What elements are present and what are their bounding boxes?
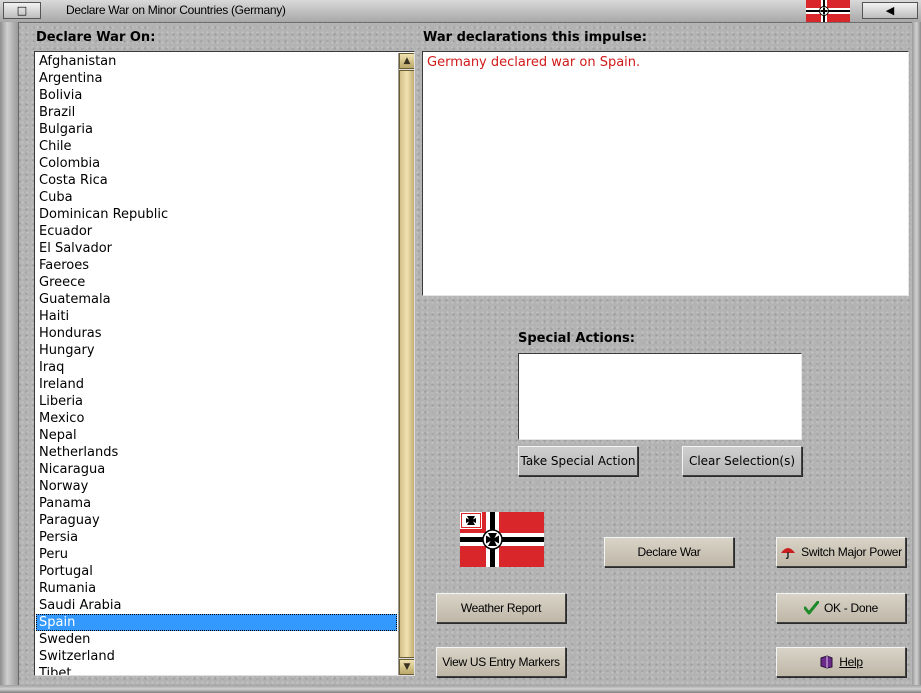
view-us-entry-markers-button[interactable]: View US Entry Markers (436, 647, 566, 677)
country-list-item[interactable]: Mexico (36, 410, 397, 427)
war-declarations-log: Germany declared war on Spain. (422, 51, 909, 296)
country-list-item[interactable]: Afghanistan (36, 53, 397, 70)
country-list-item[interactable]: Greece (36, 274, 397, 291)
country-list-item[interactable]: Tibet (36, 665, 397, 675)
switch-major-power-label: Switch Major Power (801, 545, 902, 559)
country-list-item[interactable]: Nicaragua (36, 461, 397, 478)
country-list-item[interactable]: Sweden (36, 631, 397, 648)
clear-selections-label: Clear Selection(s) (688, 454, 796, 468)
country-list-item[interactable]: Panama (36, 495, 397, 512)
window-frame-bottom (0, 685, 921, 693)
window-title: Declare War on Minor Countries (Germany) (66, 3, 286, 17)
country-list-item[interactable]: El Salvador (36, 240, 397, 257)
help-button[interactable]: Help (776, 647, 906, 677)
title-bar: □ Declare War on Minor Countries (German… (0, 0, 921, 23)
country-list-item[interactable]: Hungary (36, 342, 397, 359)
special-actions-list[interactable] (518, 353, 802, 440)
country-list-item[interactable]: Chile (36, 138, 397, 155)
country-list-item[interactable]: Faeroes (36, 257, 397, 274)
country-list-item[interactable]: Paraguay (36, 512, 397, 529)
view-us-entry-markers-label: View US Entry Markers (442, 655, 560, 669)
declaration-line: Germany declared war on Spain. (427, 55, 641, 70)
country-list-item[interactable]: Persia (36, 529, 397, 546)
clear-selections-button[interactable]: Clear Selection(s) (682, 446, 802, 476)
green-checkmark-icon (804, 601, 819, 615)
country-list-item[interactable]: Bolivia (36, 87, 397, 104)
weather-report-button[interactable]: Weather Report (436, 593, 566, 623)
help-label: Help (839, 655, 863, 669)
window-frame-left (0, 22, 19, 693)
country-list[interactable]: Afghanistan Argentina Bolivia Brazil Bulgari… (34, 51, 415, 676)
country-list-item[interactable]: Guatemala (36, 291, 397, 308)
country-list-item[interactable]: Dominican Republic (36, 206, 397, 223)
country-list-item[interactable]: Norway (36, 478, 397, 495)
country-list-item[interactable]: Portugal (36, 563, 397, 580)
country-list-item[interactable]: Bulgaria (36, 121, 397, 138)
country-list-item[interactable]: Colombia (36, 155, 397, 172)
ok-done-button[interactable]: OK - Done (776, 593, 906, 623)
declare-war-dialog: □ Declare War on Minor Countries (German… (0, 0, 921, 693)
restore-icon[interactable]: □ (3, 2, 41, 19)
scroll-down-icon[interactable]: ▼ (399, 659, 414, 675)
country-list-item[interactable]: Rumania (36, 580, 397, 597)
minimize-icon[interactable]: ◀ (862, 2, 918, 19)
take-special-action-button[interactable]: Take Special Action (518, 446, 638, 476)
title-flag-icon (806, 0, 850, 22)
country-list-scrollbar[interactable]: ▲ ▼ (398, 53, 414, 675)
ok-done-label: OK - Done (824, 601, 878, 615)
declare-war-label: Declare War (637, 545, 701, 559)
country-list-item[interactable]: Argentina (36, 70, 397, 87)
take-special-action-label: Take Special Action (520, 454, 636, 468)
country-list-item[interactable]: Iraq (36, 359, 397, 376)
country-list-item[interactable]: Costa Rica (36, 172, 397, 189)
switch-major-power-button[interactable]: Switch Major Power (776, 537, 906, 567)
german-war-ensign-icon (460, 512, 544, 567)
country-list-item[interactable]: Haiti (36, 308, 397, 325)
country-list-item[interactable]: Netherlands (36, 444, 397, 461)
country-list-item[interactable]: Liberia (36, 393, 397, 410)
window-frame-right (912, 22, 921, 693)
country-list-item[interactable]: Peru (36, 546, 397, 563)
country-list-item[interactable]: Switzerland (36, 648, 397, 665)
country-list-item[interactable]: Saudi Arabia (36, 597, 397, 614)
special-actions-label: Special Actions: (518, 331, 635, 346)
scroll-thumb[interactable] (399, 70, 414, 658)
declare-war-on-label: Declare War On: (36, 30, 156, 45)
scroll-up-icon[interactable]: ▲ (399, 53, 414, 69)
country-list-item[interactable]: Ireland (36, 376, 397, 393)
help-book-icon (820, 655, 833, 669)
country-list-item[interactable]: Brazil (36, 104, 397, 121)
weather-report-label: Weather Report (460, 601, 542, 615)
country-list-item[interactable]: Honduras (36, 325, 397, 342)
country-list-item[interactable]: Nepal (36, 427, 397, 444)
country-list-item[interactable]: Ecuador (36, 223, 397, 240)
umbrella-switch-icon (781, 548, 796, 559)
country-list-item[interactable]: Spain (36, 614, 397, 631)
war-declarations-label: War declarations this impulse: (423, 30, 647, 45)
declare-war-button[interactable]: Declare War (604, 537, 734, 567)
country-list-items: Afghanistan Argentina Bolivia Brazil Bulgari… (36, 53, 397, 675)
country-list-item[interactable]: Cuba (36, 189, 397, 206)
